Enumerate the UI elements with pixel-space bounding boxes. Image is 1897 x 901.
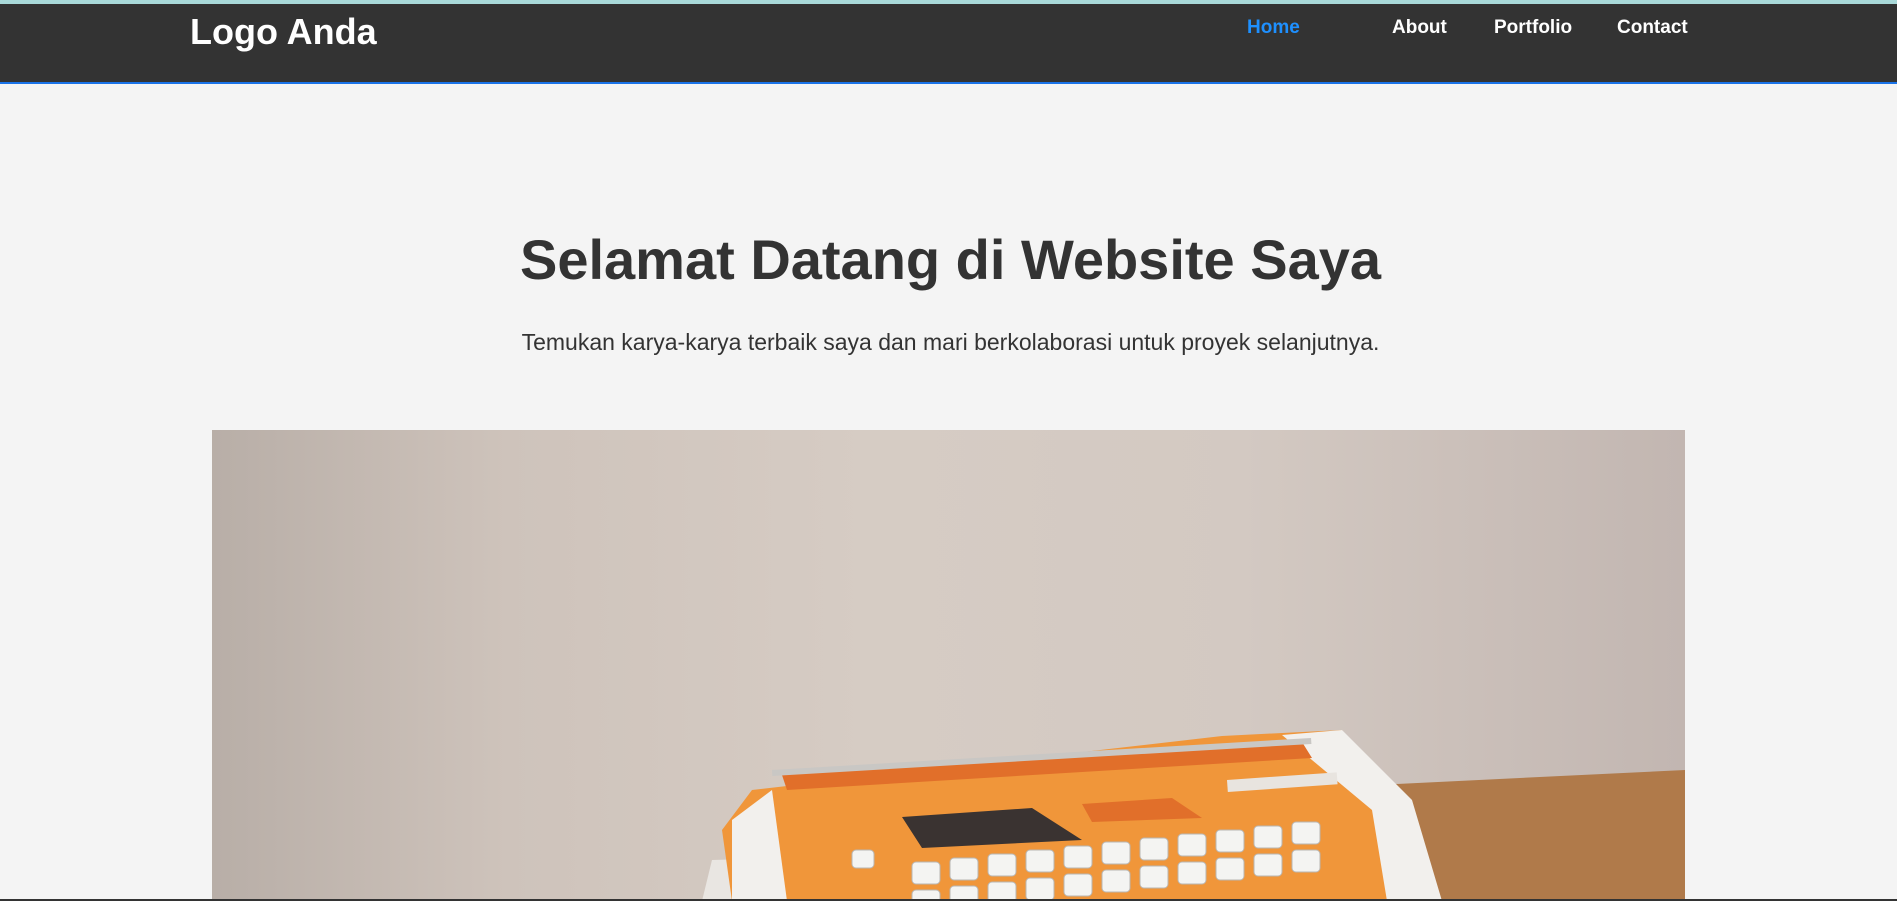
hero-subtitle: Temukan karya-karya terbaik saya dan mar… — [0, 328, 1897, 356]
hero-subtitle-text: Temukan karya-karya terbaik saya dan mar… — [521, 329, 1380, 355]
typewriter-image — [212, 430, 1685, 901]
site-header: Logo Anda Home About Portfolio Contact — [0, 4, 1897, 84]
nav-contact-link[interactable]: Contact — [1617, 16, 1688, 40]
nav-about-link[interactable]: About — [1392, 16, 1447, 40]
hero-title-text: Selamat Datang di Website Saya — [519, 228, 1382, 291]
site-logo[interactable]: Logo Anda — [190, 10, 377, 54]
nav-portfolio-link[interactable]: Portfolio — [1494, 16, 1572, 40]
nav-home-link[interactable]: Home — [1247, 16, 1300, 40]
hero-title: Selamat Datang di Website Saya — [0, 228, 1897, 292]
main-nav: Home About Portfolio Contact — [1200, 16, 1700, 44]
typewriter-photo-icon — [702, 730, 1685, 901]
